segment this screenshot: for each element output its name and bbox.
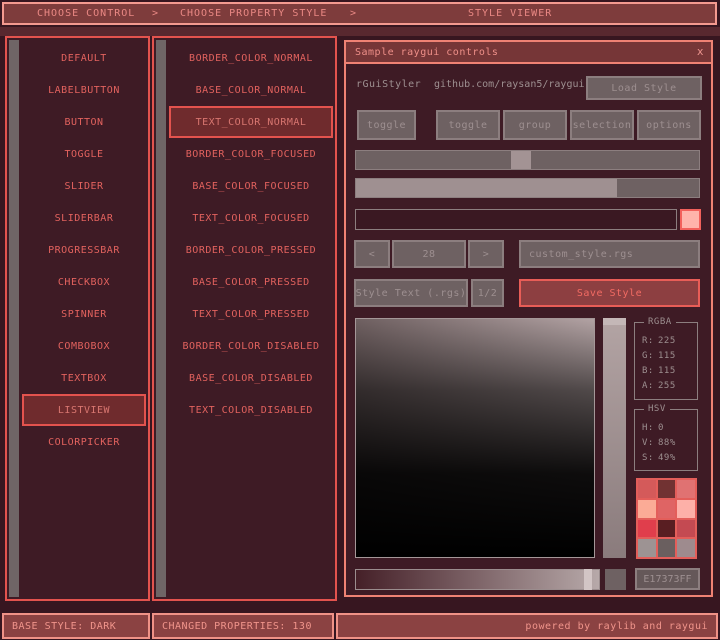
palette-cell[interactable] <box>638 480 656 498</box>
properties-list: BORDER_COLOR_NORMALBASE_COLOR_NORMALTEXT… <box>169 42 333 426</box>
toggle-group-toggle[interactable]: toggle <box>436 110 500 140</box>
window-title: Sample raygui controls <box>355 47 498 58</box>
value-row: H:0 <box>635 420 697 435</box>
alpha-handle[interactable] <box>584 569 592 590</box>
toggle-group-options[interactable]: options <box>637 110 701 140</box>
palette-cell[interactable] <box>658 520 676 538</box>
toggle-button[interactable]: toggle <box>357 110 416 140</box>
hsv-group-box: HSV H:0V:88%S:49% <box>634 409 698 471</box>
page-indicator-button[interactable]: 1/2 <box>471 279 504 307</box>
rgba-group-box: RGBA R:225G:115B:115A:255 <box>634 322 698 400</box>
hsv-group-title: HSV <box>644 404 670 414</box>
value-row: V:88% <box>635 435 697 450</box>
palette-cell[interactable] <box>658 539 676 557</box>
palette-cell[interactable] <box>677 500 695 518</box>
close-icon[interactable]: x <box>697 45 704 58</box>
load-style-button[interactable]: Load Style <box>586 76 702 100</box>
file-name-input[interactable]: custom_style.rgs <box>519 240 700 268</box>
app-name-label: rGuiStyler <box>356 79 421 90</box>
toggle-group-selection[interactable]: selection <box>570 110 634 140</box>
control-item-checkbox[interactable]: CHECKBOX <box>22 266 146 298</box>
spinner-decrement-button[interactable]: < <box>354 240 390 268</box>
control-item-listview[interactable]: LISTVIEW <box>22 394 146 426</box>
background-band <box>0 27 720 36</box>
value-row: A:255 <box>635 378 697 393</box>
hue-handle[interactable] <box>603 318 626 325</box>
control-item-progressbar[interactable]: PROGRESSBAR <box>22 234 146 266</box>
control-item-button[interactable]: BUTTON <box>22 106 146 138</box>
rgba-group-title: RGBA <box>644 317 676 327</box>
property-item-base_color_disabled[interactable]: BASE_COLOR_DISABLED <box>169 362 333 394</box>
property-item-border_color_disabled[interactable]: BORDER_COLOR_DISABLED <box>169 330 333 362</box>
breadcrumb-choose-control: CHOOSE CONTROL <box>37 8 135 19</box>
property-item-border_color_focused[interactable]: BORDER_COLOR_FOCUSED <box>169 138 333 170</box>
property-item-base_color_pressed[interactable]: BASE_COLOR_PRESSED <box>169 266 333 298</box>
control-item-spinner[interactable]: SPINNER <box>22 298 146 330</box>
palette-cell[interactable] <box>677 480 695 498</box>
property-item-border_color_normal[interactable]: BORDER_COLOR_NORMAL <box>169 42 333 74</box>
controls-list-panel: DEFAULTLABELBUTTONBUTTONTOGGLESLIDERSLID… <box>5 36 150 601</box>
sample-slider[interactable] <box>355 150 700 170</box>
window-titlebar[interactable]: Sample raygui controls x <box>346 42 711 64</box>
color-picker-sv-panel[interactable] <box>355 318 595 558</box>
properties-list-panel: BORDER_COLOR_NORMALBASE_COLOR_NORMALTEXT… <box>152 36 337 601</box>
value-row: G:115 <box>635 348 697 363</box>
control-item-toggle[interactable]: TOGGLE <box>22 138 146 170</box>
spinner-value[interactable]: 28 <box>392 240 466 268</box>
alpha-value-box <box>605 569 626 590</box>
status-base-style: BASE STYLE: DARK <box>2 613 150 639</box>
control-item-textbox[interactable]: TEXTBOX <box>22 362 146 394</box>
color-picker-hue-bar[interactable] <box>603 318 626 558</box>
breadcrumb-choose-property-style: CHOOSE PROPERTY STYLE <box>180 8 327 19</box>
control-item-combobox[interactable]: COMBOBOX <box>22 330 146 362</box>
style-text-button[interactable]: Style Text (.rgs) <box>354 279 468 307</box>
text-color-swatch <box>680 209 701 230</box>
property-item-text_color_pressed[interactable]: TEXT_COLOR_PRESSED <box>169 298 333 330</box>
properties-scrollbar[interactable] <box>156 40 166 597</box>
value-row: B:115 <box>635 363 697 378</box>
rgba-values: R:225G:115B:115A:255 <box>635 333 697 393</box>
repo-url-label: github.com/raysan5/raygui <box>434 79 585 90</box>
status-changed-properties: CHANGED PROPERTIES: 130 <box>152 613 334 639</box>
control-item-slider[interactable]: SLIDER <box>22 170 146 202</box>
control-item-colorpicker[interactable]: COLORPICKER <box>22 426 146 458</box>
color-palette-grid <box>636 478 697 559</box>
sample-controls-window: Sample raygui controls x rGuiStyler gith… <box>344 40 713 597</box>
palette-cell[interactable] <box>638 539 656 557</box>
property-item-border_color_pressed[interactable]: BORDER_COLOR_PRESSED <box>169 234 333 266</box>
breadcrumb-bar: CHOOSE CONTROL > CHOOSE PROPERTY STYLE >… <box>2 2 717 25</box>
control-item-sliderbar[interactable]: SLIDERBAR <box>22 202 146 234</box>
save-style-button[interactable]: Save Style <box>519 279 700 307</box>
hsv-values: H:0V:88%S:49% <box>635 420 697 465</box>
palette-cell[interactable] <box>677 520 695 538</box>
controls-scrollbar[interactable] <box>9 40 19 597</box>
breadcrumb-arrow-icon: > <box>350 8 357 19</box>
palette-cell[interactable] <box>658 500 676 518</box>
property-item-text_color_focused[interactable]: TEXT_COLOR_FOCUSED <box>169 202 333 234</box>
property-item-base_color_focused[interactable]: BASE_COLOR_FOCUSED <box>169 170 333 202</box>
palette-cell[interactable] <box>638 500 656 518</box>
control-item-labelbutton[interactable]: LABELBUTTON <box>22 74 146 106</box>
slider-handle[interactable] <box>511 151 531 169</box>
breadcrumb-style-viewer: STYLE VIEWER <box>468 8 552 19</box>
status-powered-by: powered by raylib and raygui <box>336 613 718 639</box>
palette-cell[interactable] <box>658 480 676 498</box>
hex-color-input[interactable]: E17373FF <box>635 568 700 590</box>
value-row: R:225 <box>635 333 697 348</box>
sample-sliderbar[interactable] <box>355 178 700 198</box>
controls-list: DEFAULTLABELBUTTONBUTTONTOGGLESLIDERSLID… <box>22 42 146 458</box>
palette-cell[interactable] <box>638 520 656 538</box>
toggle-group-group[interactable]: group <box>503 110 567 140</box>
sample-textbox[interactable] <box>355 209 677 230</box>
property-item-base_color_normal[interactable]: BASE_COLOR_NORMAL <box>169 74 333 106</box>
alpha-slider[interactable] <box>355 569 600 590</box>
spinner-increment-button[interactable]: > <box>468 240 504 268</box>
palette-cell[interactable] <box>677 539 695 557</box>
control-item-default[interactable]: DEFAULT <box>22 42 146 74</box>
sliderbar-fill <box>356 179 617 197</box>
breadcrumb-arrow-icon: > <box>152 8 159 19</box>
property-item-text_color_normal[interactable]: TEXT_COLOR_NORMAL <box>169 106 333 138</box>
property-item-text_color_disabled[interactable]: TEXT_COLOR_DISABLED <box>169 394 333 426</box>
value-row: S:49% <box>635 450 697 465</box>
